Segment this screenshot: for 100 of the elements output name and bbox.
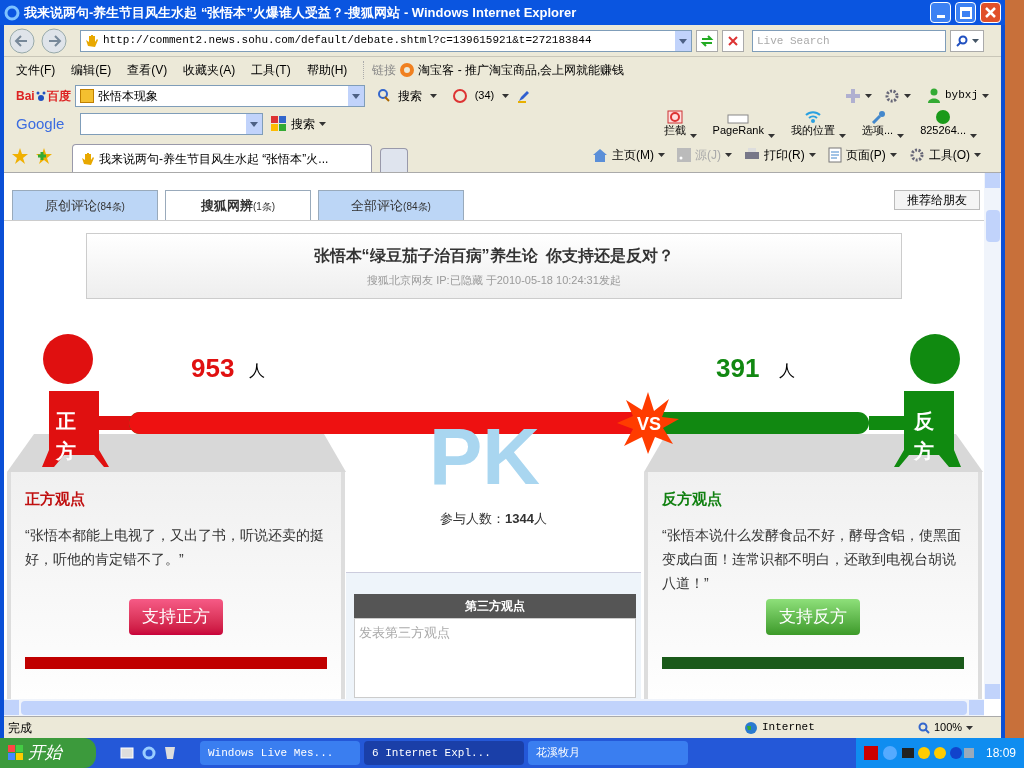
baidu-search-field[interactable]: 张悟本现象 xyxy=(74,84,365,107)
rank-bar-icon xyxy=(727,114,750,125)
search-icon xyxy=(955,34,968,47)
menu-item[interactable]: 工具(T) xyxy=(251,61,291,79)
share-button[interactable]: 推荐给朋友 xyxy=(894,190,980,210)
browser-icon[interactable] xyxy=(142,746,156,760)
browser-tab[interactable]: 我来说两句-养生节目风生水起 “张悟本”火... xyxy=(72,144,372,172)
third-party-heading: 第三方观点 xyxy=(354,594,636,618)
close-icon xyxy=(985,7,996,18)
toolbar-button[interactable]: 我的位置 xyxy=(790,110,835,138)
command-button[interactable]: 页面(P) xyxy=(845,146,886,164)
menu-item[interactable]: 编辑(E) xyxy=(71,61,112,79)
caret-icon xyxy=(429,93,437,98)
link-item[interactable]: 淘宝客 - 推广淘宝商品,会上网就能赚钱 xyxy=(418,61,625,79)
address-field[interactable]: http://comment2.news.sohu.com/default/debate.shtml?c=139615921&t=272183844 xyxy=(80,29,692,52)
pk-watermark-text: PK xyxy=(429,417,541,497)
baidu-search-button[interactable]: 搜索 xyxy=(393,86,426,105)
taskbar-button[interactable]: Windows Live Mes... xyxy=(200,741,360,765)
taskbar-button[interactable]: 6 Internet Expl... xyxy=(364,741,524,765)
search-icon xyxy=(376,89,390,102)
support-pro-button[interactable]: 支持正方 xyxy=(129,598,223,635)
caret-icon xyxy=(808,153,816,157)
toolbar-button[interactable]: 选项... xyxy=(861,110,894,138)
wrench-icon xyxy=(869,110,886,125)
clock: 18:09 xyxy=(985,745,1016,762)
status-text: 完成 xyxy=(7,719,33,737)
taskbar-button[interactable]: 花溪牧月 xyxy=(528,741,688,765)
caret-icon xyxy=(889,153,897,157)
google-logo: Google xyxy=(16,113,66,134)
dropdown-icon[interactable] xyxy=(246,114,262,134)
page-tab[interactable]: 全部评论(84条) xyxy=(318,190,464,220)
stop-button[interactable] xyxy=(722,29,744,52)
hand-icon xyxy=(85,33,99,48)
command-button[interactable]: 工具(O) xyxy=(928,146,970,164)
google-search-button[interactable]: 搜索 xyxy=(291,115,315,133)
user-icon xyxy=(927,88,941,103)
start-button[interactable]: 开始 xyxy=(0,738,96,768)
menu-item[interactable]: 查看(V) xyxy=(127,61,168,79)
minimize-button[interactable] xyxy=(930,2,951,23)
caret-icon xyxy=(904,93,911,98)
menu-item[interactable]: 收藏夹(A) xyxy=(183,61,236,79)
forward-button[interactable] xyxy=(40,27,68,54)
zoom-button[interactable]: 100% xyxy=(930,719,967,736)
vertical-scrollbar[interactable] xyxy=(984,173,1001,699)
cup-icon[interactable] xyxy=(164,746,176,760)
pro-vote-count: 953 xyxy=(191,352,235,385)
page-tab[interactable]: 原创评论(84条) xyxy=(12,190,158,220)
caret-icon xyxy=(319,122,326,126)
debate-meta: 搜狐北京网友 IP:已隐藏 于2010-05-18 10:24:31发起 xyxy=(367,272,621,288)
quote-text: “张悟本都能上电视了，又出了书，听说还卖的挺好，听他的肯定错不了。” xyxy=(25,525,325,569)
participant-count: 参与人数：1344人 xyxy=(439,510,548,528)
gear-icon xyxy=(908,147,925,163)
target-icon xyxy=(400,63,415,77)
paw-icon xyxy=(34,89,47,102)
popup-count-button[interactable]: (34) xyxy=(470,87,499,104)
dropdown-icon[interactable] xyxy=(347,85,364,106)
caret-icon xyxy=(982,93,989,98)
google-icon xyxy=(271,116,287,132)
third-party-input[interactable]: 发表第三方观点 xyxy=(354,618,636,698)
panel-heading: 反方观点 xyxy=(662,489,723,509)
caret-icon xyxy=(767,133,775,138)
new-tab-button[interactable] xyxy=(380,148,408,172)
pen-icon xyxy=(517,88,532,103)
close-button[interactable] xyxy=(980,2,1001,23)
command-button[interactable]: 主页(M) xyxy=(612,146,654,164)
command-button[interactable]: 打印(R) xyxy=(764,146,805,164)
maximize-button[interactable] xyxy=(955,2,976,23)
page-icon xyxy=(827,147,842,163)
page-tab[interactable]: 搜狐网辨(1条) xyxy=(165,190,311,220)
browser-logo-icon xyxy=(4,4,20,21)
caret-icon xyxy=(974,153,981,157)
horizontal-scrollbar[interactable] xyxy=(4,699,984,716)
search-button[interactable] xyxy=(950,29,984,52)
zoom-icon xyxy=(918,721,930,734)
windows-logo-icon xyxy=(8,745,24,761)
user-button[interactable]: bybxj xyxy=(945,87,978,104)
add-favorite-icon[interactable] xyxy=(36,148,52,164)
hand-icon xyxy=(81,151,95,166)
toolbar-button[interactable]: 825264... xyxy=(920,110,966,138)
vote-unit: 人 xyxy=(249,361,265,381)
menu-item[interactable]: 文件(F) xyxy=(16,61,56,79)
security-zone: Internet xyxy=(762,720,816,736)
toolbar-button[interactable]: PageRank xyxy=(712,114,764,138)
search-field[interactable]: Live Search xyxy=(752,29,946,52)
printer-icon xyxy=(744,148,760,162)
caret-icon xyxy=(897,133,905,138)
toolbar-button[interactable]: 拦截 xyxy=(663,110,686,138)
caret-icon xyxy=(971,38,979,43)
dropdown-icon[interactable] xyxy=(675,30,691,51)
favorites-star-icon[interactable] xyxy=(12,148,28,164)
plus-icon xyxy=(845,87,861,104)
caret-icon xyxy=(865,93,872,98)
caret-icon xyxy=(838,133,846,138)
desktop-icon[interactable] xyxy=(120,746,134,760)
refresh-button[interactable] xyxy=(696,29,718,52)
menu-item[interactable]: 帮助(H) xyxy=(306,61,348,79)
back-button[interactable] xyxy=(8,27,36,54)
quote-text: “张悟本说什么发酵食品不好，酵母含铝，使黑面变成白面！连常识都不明白，还敢到电视台胡说八道！” xyxy=(662,525,962,593)
panel-heading: 正方观点 xyxy=(25,489,86,509)
google-search-field[interactable] xyxy=(80,113,263,135)
